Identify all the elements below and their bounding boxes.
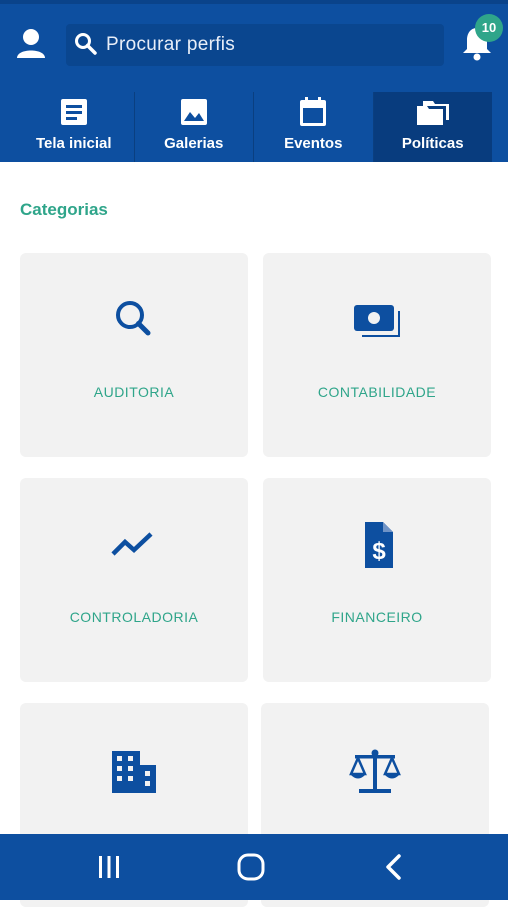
tab-galleries-label: Galerias: [164, 135, 224, 152]
building-icon: [112, 751, 156, 793]
tab-policies-label: Políticas: [401, 135, 464, 152]
category-card-auditoria[interactable]: AUDITORIA: [20, 253, 248, 457]
tab-events-label: Eventos: [284, 135, 343, 152]
search-icon: [75, 33, 97, 55]
search-icon: [116, 301, 151, 336]
notification-badge: 10: [475, 14, 503, 42]
category-label: FINANCEIRO: [331, 609, 423, 625]
trending-icon: [111, 532, 153, 556]
folders-icon: [416, 101, 449, 125]
recent-apps-icon[interactable]: [93, 851, 125, 883]
category-label: AUDITORIA: [93, 384, 175, 400]
tab-home[interactable]: Tela inicial: [14, 92, 134, 162]
invoice-icon: $: [365, 522, 393, 568]
tab-home-label: Tela inicial: [35, 135, 112, 152]
tab-policies[interactable]: Políticas: [372, 92, 492, 162]
money-icon: [354, 305, 400, 337]
calendar-icon: [300, 97, 327, 126]
status-strip: [0, 0, 508, 4]
tab-galleries[interactable]: Galerias: [133, 92, 253, 162]
scale-icon: [349, 749, 401, 793]
back-icon[interactable]: [378, 851, 410, 883]
article-icon: [60, 99, 87, 125]
system-nav-bar: [0, 834, 508, 900]
category-card-contabilidade[interactable]: CONTABILIDADE: [263, 253, 491, 457]
profile-icon[interactable]: [14, 26, 48, 60]
home-icon[interactable]: [235, 851, 267, 883]
image-icon: [180, 99, 207, 125]
section-title: Categorias: [20, 200, 108, 219]
category-card-financeiro[interactable]: $ FINANCEIRO: [263, 478, 491, 682]
tab-events[interactable]: Eventos: [253, 92, 373, 162]
search-bar[interactable]: Procurar perfis: [66, 24, 444, 66]
category-label: CONTROLADORIA: [69, 609, 199, 625]
category-label: CONTABILIDADE: [317, 384, 437, 400]
tab-bar: Tela inicial Galerias Eventos Políticas: [14, 92, 492, 162]
svg-text:$: $: [372, 538, 386, 565]
app-header: Procurar perfis 10 Tela inicial Galerias: [0, 0, 508, 162]
search-placeholder: Procurar perfis: [106, 34, 236, 55]
category-card-controladoria[interactable]: CONTROLADORIA: [20, 478, 248, 682]
